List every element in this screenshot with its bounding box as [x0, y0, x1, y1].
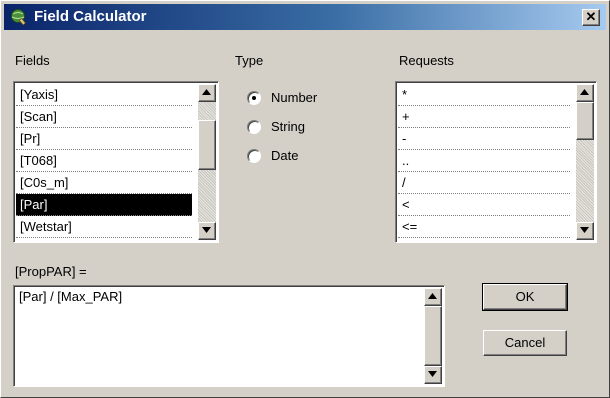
fields-list[interactable]: [Yaxis] [Scan] [Pr] [T068] [C0s_m] [Par] [Wets…	[13, 81, 219, 243]
arrow-up-icon	[202, 89, 211, 95]
globe-icon	[11, 9, 26, 26]
field-item[interactable]: [T068]	[16, 150, 192, 172]
type-radio-number[interactable]: Number	[247, 90, 337, 108]
scroll-thumb[interactable]	[198, 120, 216, 170]
field-item[interactable]: [Pr]	[16, 128, 192, 150]
ok-button[interactable]: OK	[482, 283, 568, 311]
request-item[interactable]: <=	[398, 216, 570, 238]
fields-label: Fields	[15, 53, 50, 68]
arrow-down-icon	[202, 227, 211, 233]
expression-scrollbar[interactable]	[424, 288, 442, 384]
field-item[interactable]: [Par]	[16, 194, 192, 216]
arrow-down-icon	[428, 371, 437, 377]
radio-dot-icon	[252, 96, 256, 100]
scroll-down-button[interactable]	[576, 222, 594, 240]
arrow-up-icon	[428, 293, 437, 299]
type-option-label: Number	[271, 90, 318, 105]
list-scrollbar[interactable]	[576, 84, 594, 240]
scroll-up-button[interactable]	[424, 288, 442, 306]
title-bar: Field Calculator ✕	[4, 4, 606, 30]
radio-circle-icon	[247, 120, 261, 134]
field-item[interactable]: [Yaxis]	[16, 84, 192, 106]
request-item[interactable]: +	[398, 106, 570, 128]
scroll-thumb[interactable]	[424, 306, 442, 366]
request-item[interactable]: -	[398, 128, 570, 150]
type-radio-string[interactable]: String	[247, 119, 337, 137]
scroll-down-button[interactable]	[424, 366, 442, 384]
scroll-up-button[interactable]	[198, 84, 216, 102]
arrow-down-icon	[580, 227, 589, 233]
expression-target-label: [PropPAR] =	[15, 264, 87, 279]
requests-label: Requests	[399, 53, 454, 68]
type-label: Type	[235, 53, 264, 68]
cancel-button[interactable]: Cancel	[483, 330, 567, 356]
request-item[interactable]: *	[398, 84, 570, 106]
window-title: Field Calculator	[34, 8, 147, 25]
scroll-down-button[interactable]	[198, 222, 216, 240]
field-calculator-dialog: Field Calculator ✕ Fields [Yaxis] [Scan][…	[0, 0, 610, 398]
list-scrollbar[interactable]	[198, 84, 216, 240]
field-item[interactable]: [C0s_m]	[16, 172, 192, 194]
scroll-up-button[interactable]	[576, 84, 594, 102]
close-button[interactable]: ✕	[582, 9, 600, 26]
field-item[interactable]: [Wetstar]	[16, 216, 192, 238]
arrow-up-icon	[580, 89, 589, 95]
field-item[interactable]: [Scan]	[16, 106, 192, 128]
type-option-label: String	[271, 119, 305, 134]
radio-circle-icon	[247, 149, 261, 163]
close-icon: ✕	[585, 9, 597, 24]
type-option-label: Date	[271, 148, 299, 163]
expression-text: [Par] / [Max_PAR]	[19, 289, 123, 304]
expression-editor[interactable]: [Par] / [Max_PAR]	[13, 285, 445, 387]
scroll-thumb[interactable]	[576, 102, 594, 140]
requests-list[interactable]: * + -.. / < <=	[395, 81, 597, 243]
radio-circle-icon	[247, 91, 261, 105]
request-item[interactable]: ..	[398, 150, 570, 172]
request-item[interactable]: /	[398, 172, 570, 194]
request-item[interactable]: <	[398, 194, 570, 216]
type-radio-date[interactable]: Date	[247, 148, 337, 166]
